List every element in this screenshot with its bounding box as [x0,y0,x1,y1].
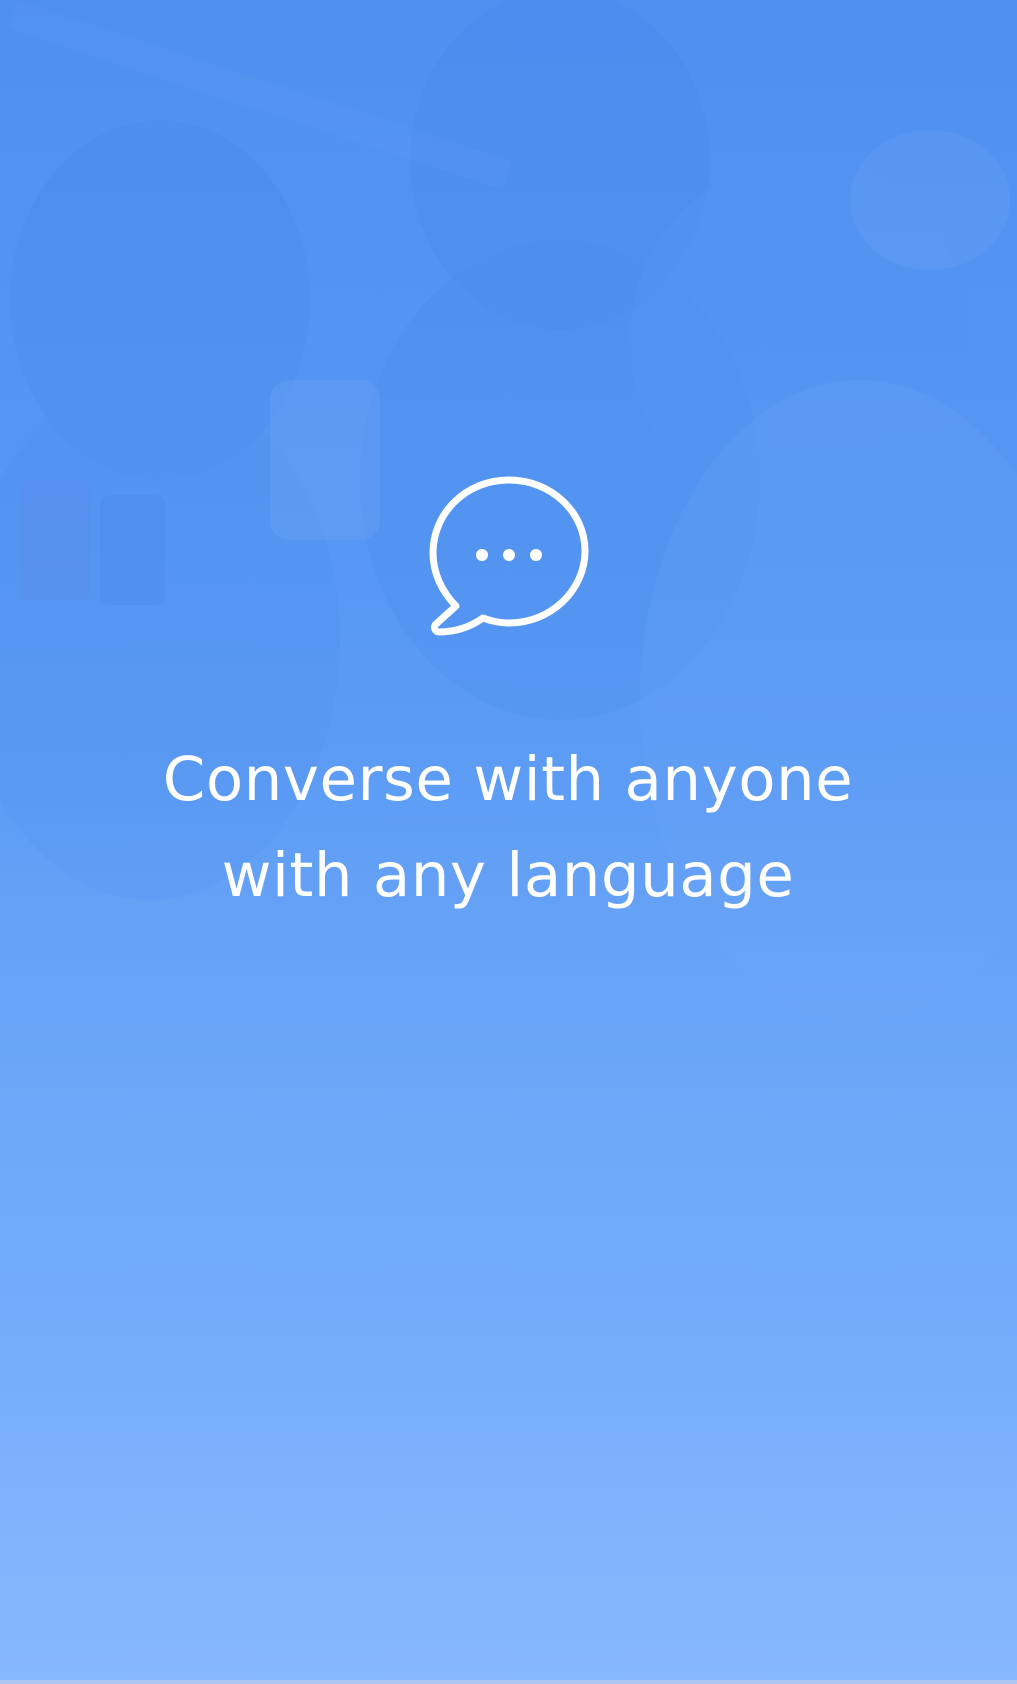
chat-bubble-ellipsis-icon [429,476,589,636]
onboarding-splash: Converse with anyone with any language [0,0,1017,1684]
bottom-edge [0,1680,1017,1684]
headline-line-2: with any language [221,840,795,911]
headline-line-1: Converse with anyone [162,744,854,815]
onboarding-headline: Converse with anyone with any language [108,732,908,924]
